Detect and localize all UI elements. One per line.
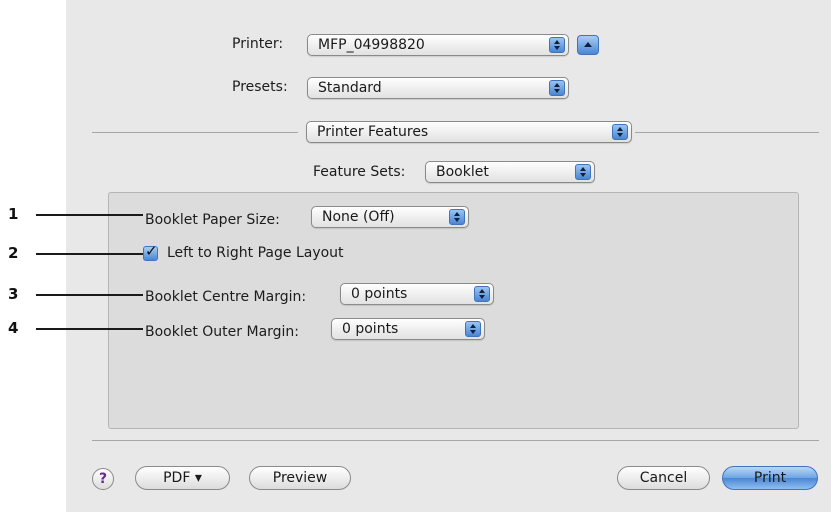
callout-line-4 bbox=[36, 328, 143, 330]
pdf-button[interactable]: PDF ▾ bbox=[135, 466, 230, 490]
checkmark-icon: ✓ bbox=[145, 242, 158, 260]
pane-popup[interactable]: Printer Features bbox=[306, 121, 632, 143]
presets-value: Standard bbox=[318, 80, 382, 96]
printer-popup[interactable]: MFP_04998820 bbox=[307, 34, 569, 56]
booklet-paper-size-popup[interactable]: None (Off) bbox=[311, 206, 469, 228]
callout-4: 4 bbox=[8, 319, 19, 337]
booklet-centre-margin-popup[interactable]: 0 points bbox=[340, 283, 494, 305]
presets-popup[interactable]: Standard bbox=[307, 77, 569, 99]
footer-separator bbox=[92, 440, 819, 441]
presets-label: Presets: bbox=[232, 79, 288, 95]
print-button[interactable]: Print bbox=[722, 466, 818, 490]
cancel-button[interactable]: Cancel bbox=[617, 466, 710, 490]
booklet-outer-margin-label: Booklet Outer Margin: bbox=[145, 324, 300, 340]
callout-line-1 bbox=[36, 214, 143, 216]
feature-sets-value: Booklet bbox=[436, 164, 489, 180]
booklet-outer-margin-popup[interactable]: 0 points bbox=[331, 318, 485, 340]
updown-arrows-icon bbox=[575, 164, 591, 180]
updown-arrows-icon bbox=[549, 37, 565, 53]
pane-value: Printer Features bbox=[317, 124, 429, 140]
updown-arrows-icon bbox=[465, 321, 481, 337]
preview-button[interactable]: Preview bbox=[249, 466, 351, 490]
booklet-paper-size-label: Booklet Paper Size: bbox=[145, 212, 280, 228]
updown-arrows-icon bbox=[549, 80, 565, 96]
separator-right bbox=[635, 132, 819, 133]
expand-up-icon[interactable] bbox=[577, 35, 599, 55]
callout-line-3 bbox=[36, 294, 143, 296]
feature-sets-label: Feature Sets: bbox=[313, 164, 406, 180]
booklet-centre-margin-value: 0 points bbox=[351, 286, 408, 302]
printer-value: MFP_04998820 bbox=[318, 37, 425, 53]
printer-label: Printer: bbox=[232, 36, 284, 52]
updown-arrows-icon bbox=[474, 286, 490, 302]
booklet-paper-size-value: None (Off) bbox=[322, 209, 395, 225]
updown-arrows-icon bbox=[612, 124, 628, 140]
left-to-right-checkbox[interactable]: ✓ bbox=[143, 242, 158, 261]
help-button[interactable]: ? bbox=[92, 468, 114, 490]
booklet-centre-margin-label: Booklet Centre Margin: bbox=[145, 289, 307, 305]
callout-1: 1 bbox=[8, 205, 19, 223]
callout-2: 2 bbox=[8, 244, 19, 262]
left-to-right-label[interactable]: Left to Right Page Layout bbox=[167, 245, 344, 261]
updown-arrows-icon bbox=[449, 209, 465, 225]
booklet-outer-margin-value: 0 points bbox=[342, 321, 399, 337]
separator-left bbox=[92, 132, 298, 133]
callout-3: 3 bbox=[8, 285, 19, 303]
feature-sets-popup[interactable]: Booklet bbox=[425, 161, 595, 183]
callout-line-2 bbox=[36, 253, 143, 255]
